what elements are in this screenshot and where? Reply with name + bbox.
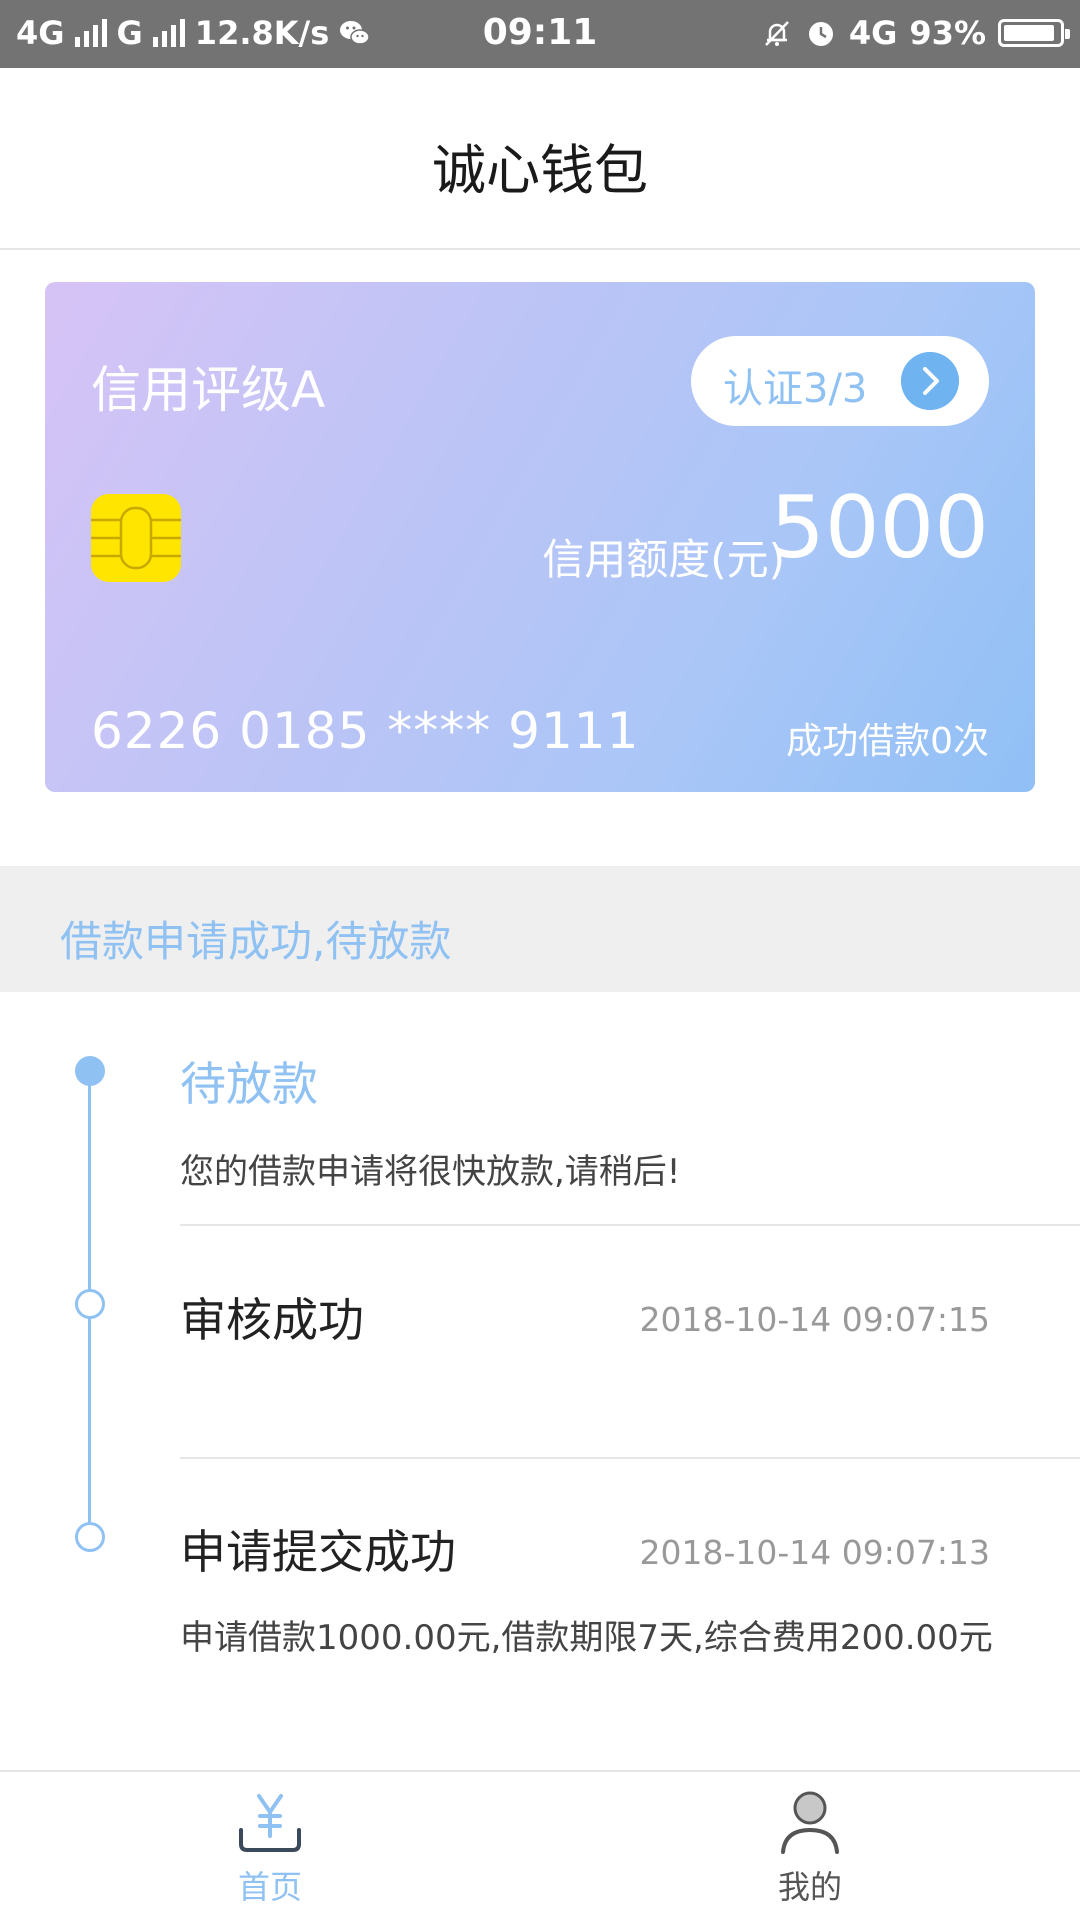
nav-mine[interactable]: 我的 xyxy=(710,1786,910,1908)
person-icon xyxy=(781,1791,839,1854)
status-right: 4G 93% xyxy=(761,14,1070,52)
credit-limit-value: 5000 xyxy=(770,478,989,578)
loan-status-text: 借款申请成功,待放款 xyxy=(60,917,452,966)
nav-home[interactable]: 首页 xyxy=(170,1786,370,1908)
chip-icon xyxy=(91,494,181,582)
timeline-item-title: 申请提交成功 xyxy=(180,1525,456,1579)
battery-icon xyxy=(998,19,1070,47)
credit-rating: 信用评级A xyxy=(91,361,326,419)
loan-status-banner: 借款申请成功,待放款 xyxy=(0,866,1080,992)
timeline-item-desc: 申请借款1000.00元,借款期限7天,综合费用200.00元 xyxy=(180,1618,993,1658)
timeline-dot xyxy=(75,1522,105,1552)
status-bar: 4G G 12.8K/s 09:11 4G 93% xyxy=(0,0,1080,68)
timeline-item-title: 待放款 xyxy=(180,1057,318,1111)
page-title: 诚心钱包 xyxy=(432,139,648,202)
timeline-divider xyxy=(180,1224,1080,1226)
timeline-item-time: 2018-10-14 09:07:15 xyxy=(639,1300,990,1339)
card-number: 6226 0185 **** 9111 xyxy=(91,702,640,760)
battery-percent: 93% xyxy=(909,14,986,52)
chevron-right-icon xyxy=(901,352,959,410)
timeline-dot xyxy=(75,1289,105,1319)
app-header: 诚心钱包 xyxy=(0,68,1080,250)
battery-fill xyxy=(1004,25,1054,41)
nav-home-label: 首页 xyxy=(237,1868,302,1906)
timeline-item-desc: 您的借款申请将很快放款,请稍后! xyxy=(180,1152,681,1192)
nav-mine-label: 我的 xyxy=(777,1868,842,1906)
bell-off-icon xyxy=(764,21,789,46)
successful-loans-count: 成功借款0次 xyxy=(786,721,989,762)
timeline-item-time: 2018-10-14 09:07:13 xyxy=(639,1533,990,1572)
bottom-nav: 首页 我的 xyxy=(0,1770,1080,1922)
credit-limit-label: 信用额度(元) xyxy=(542,535,785,584)
network-label-3: 4G xyxy=(848,14,898,52)
alarm-icon xyxy=(808,22,833,46)
certification-button[interactable]: 认证3/3 xyxy=(691,336,989,426)
yen-icon xyxy=(239,1794,301,1852)
credit-card: 信用评级A 认证3/3 信用额度(元) 5000 6226 0185 **** … xyxy=(45,282,1035,792)
timeline-divider xyxy=(180,1457,1080,1459)
timeline-item-title: 审核成功 xyxy=(180,1293,364,1347)
certification-label: 认证3/3 xyxy=(723,366,868,412)
timeline-dot-active xyxy=(75,1056,105,1086)
